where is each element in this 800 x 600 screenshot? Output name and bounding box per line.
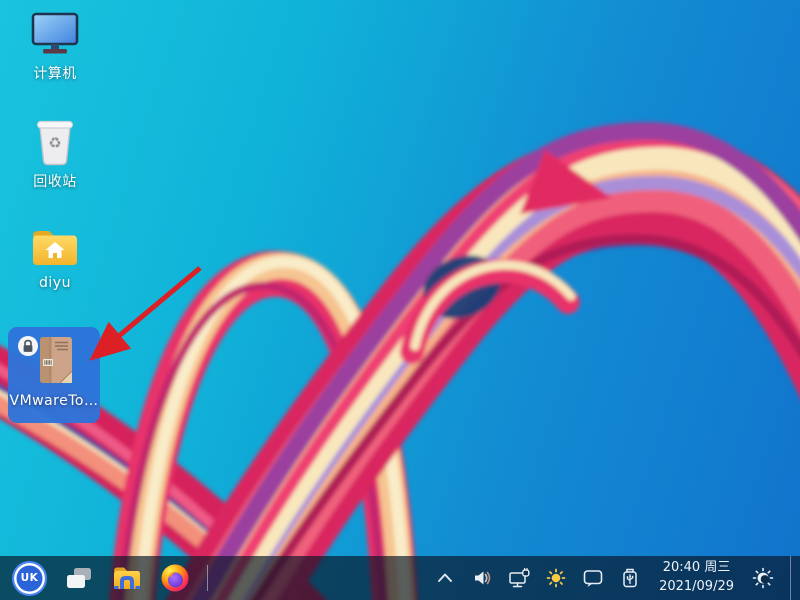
lock-icon [18,336,38,356]
task-view-button[interactable] [63,562,95,594]
night-mode-button[interactable] [751,562,775,594]
sun-icon [546,568,566,588]
home-folder-icon [33,231,77,265]
folder-icon [114,567,140,589]
desktop-icon-computer[interactable]: 计算机 [10,12,100,83]
usb-drive-icon [623,568,637,588]
tray-expand-button[interactable] [433,562,457,594]
taskbar-tray: 20:40 周三 2021/09/29 [433,556,800,600]
brightness-button[interactable] [544,562,568,594]
monitor-plug-icon [508,567,530,587]
windows-overlap-icon [67,568,91,588]
firefox-button[interactable] [159,562,191,594]
taskbar: UK 20:40 周三 2021/09/29 [0,556,800,600]
clock[interactable]: 20:40 周三 2021/09/29 [655,559,738,597]
desktop-icon-home-folder[interactable]: diyu [10,226,100,291]
messages-button[interactable] [581,562,605,594]
desktop-icon-vmware-tools[interactable]: VMwareTo… [8,327,100,423]
speaker-icon [474,571,490,585]
desktop-icon-recycle-bin[interactable]: ♻ 回收站 [10,116,100,191]
launcher-button[interactable]: UK [12,560,47,596]
firefox-icon [161,564,189,592]
svg-text:♻: ♻ [48,134,61,152]
launcher-logo-text: UK [20,572,39,584]
icon-label: 计算机 [33,66,77,82]
computer-icon [31,12,79,54]
taskbar-separator [207,565,208,591]
clock-date: 2021/09/29 [659,579,734,594]
file-manager-button[interactable] [111,562,143,594]
chevron-up-icon [438,573,453,582]
usb-device-button[interactable] [618,562,642,594]
icon-label: VMwareTo… [9,393,99,409]
wallpaper-ribbon-art [0,121,800,600]
sun-moon-icon [752,567,774,589]
show-desktop-button[interactable] [790,556,800,600]
volume-button[interactable] [470,562,494,594]
desktop-screen: 计算机 ♻ 回收站 diyu VMwareTo… UK 20:40 周三 202… [0,0,800,600]
icon-label: 回收站 [33,174,77,190]
recycle-bin-icon: ♻ [36,120,74,166]
clock-time: 20:40 周三 [662,560,731,576]
taskbar-apps: UK [0,556,208,600]
speech-bubble-icon [583,570,603,587]
icon-label: diyu [39,275,71,291]
display-device-button[interactable] [507,562,531,594]
desktop-wallpaper [0,0,800,600]
